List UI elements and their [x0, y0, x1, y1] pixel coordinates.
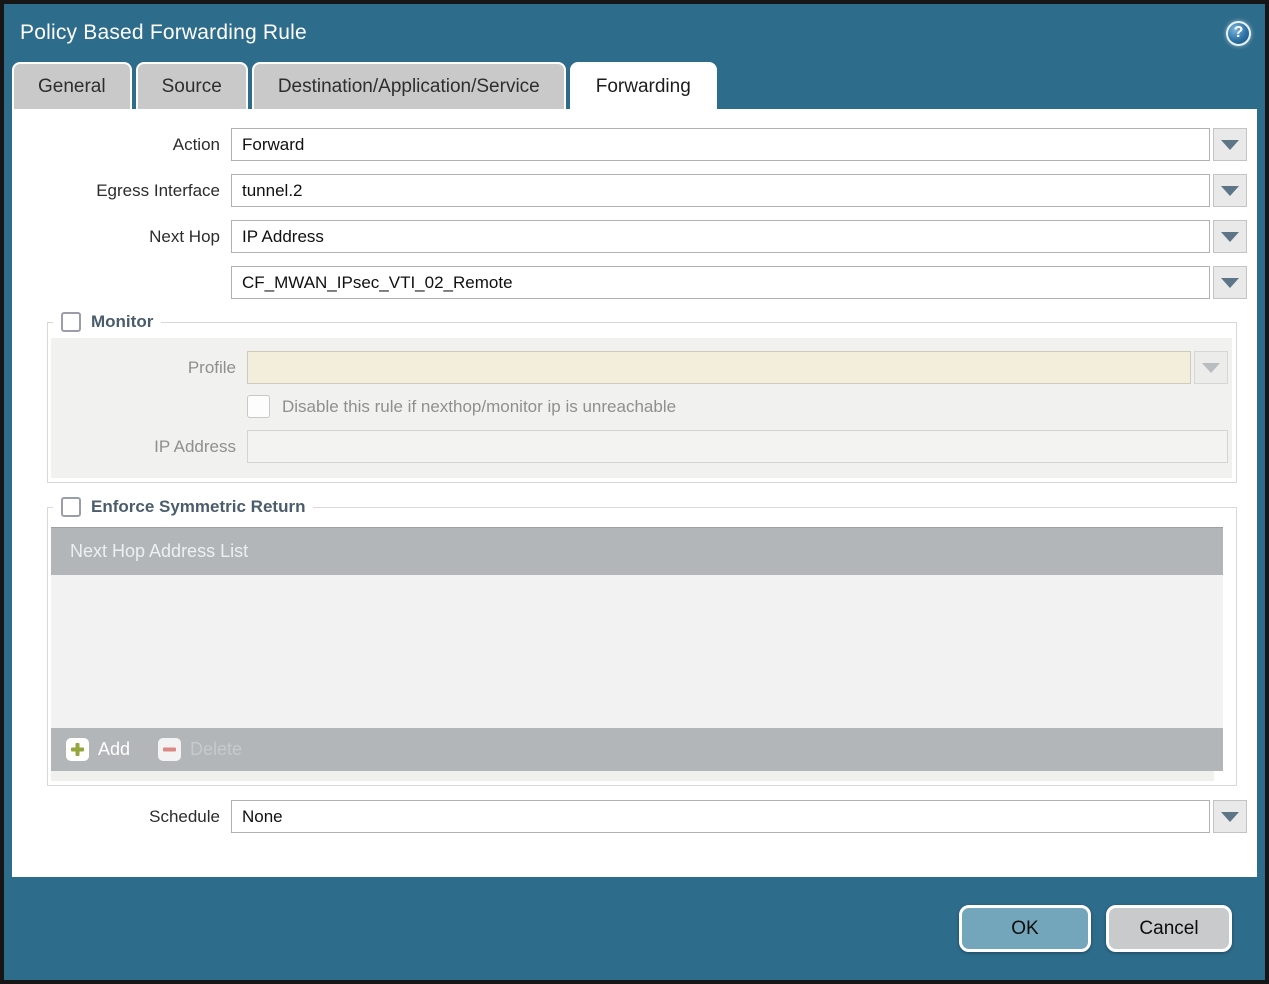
monitor-section: Monitor Profile Disable this rule if nex… — [47, 312, 1237, 483]
delete-button-label: Delete — [190, 739, 243, 759]
next-hop-address-row: CF_MWAN_IPsec_VTI_02_Remote — [24, 266, 1247, 299]
disable-rule-label: Disable this rule if nexthop/monitor ip … — [282, 396, 677, 416]
enforce-symmetric-return-checkbox[interactable] — [61, 497, 81, 517]
symmetric-return-legend: Enforce Symmetric Return — [53, 497, 313, 517]
disable-rule-checkbox — [247, 395, 270, 418]
dialog-footer: OK Cancel — [4, 877, 1265, 952]
add-button-label: Add — [98, 739, 131, 759]
table-footer-toolbar: Add Delete — [51, 728, 1223, 771]
tab-general[interactable]: General — [12, 62, 132, 109]
action-dropdown-button[interactable] — [1213, 128, 1247, 161]
chevron-down-icon — [1221, 231, 1239, 242]
profile-dropdown-button — [1194, 351, 1228, 384]
add-button[interactable]: Add — [66, 738, 130, 761]
monitor-legend: Monitor — [53, 312, 161, 332]
action-label: Action — [172, 134, 220, 154]
egress-interface-label: Egress Interface — [96, 180, 220, 200]
tab-bar: General Source Destination/Application/S… — [12, 62, 1265, 109]
chevron-down-icon — [1221, 185, 1239, 196]
monitor-ip-address-row: IP Address — [51, 430, 1232, 463]
schedule-dropdown-button[interactable] — [1213, 800, 1247, 833]
next-hop-label: Next Hop — [149, 226, 220, 246]
chevron-down-icon — [1221, 277, 1239, 288]
action-row: Action Forward — [24, 128, 1247, 161]
symmetric-return-section: Enforce Symmetric Return Next Hop Addres… — [47, 497, 1237, 786]
chevron-down-icon — [1202, 362, 1220, 373]
ok-button[interactable]: OK — [959, 905, 1091, 952]
tab-source[interactable]: Source — [135, 62, 248, 109]
egress-interface-row: Egress Interface tunnel.2 — [24, 174, 1247, 207]
egress-interface-dropdown-button[interactable] — [1213, 174, 1247, 207]
minus-icon — [158, 738, 182, 761]
egress-interface-select[interactable]: tunnel.2 — [231, 174, 1210, 207]
monitor-ip-address-input — [247, 430, 1228, 463]
profile-label: Profile — [187, 357, 236, 377]
monitor-legend-label: Monitor — [91, 312, 154, 331]
tab-destination-application-service[interactable]: Destination/Application/Service — [251, 62, 566, 109]
next-hop-address-select[interactable]: CF_MWAN_IPsec_VTI_02_Remote — [231, 266, 1210, 299]
next-hop-address-dropdown-button[interactable] — [1213, 266, 1247, 299]
monitor-panel: Profile Disable this rule if nexthop/mon… — [51, 338, 1232, 478]
table-header-next-hop-address-list: Next Hop Address List — [51, 527, 1223, 575]
forwarding-tab-panel: Action Forward Egress Interface tunnel.2… — [12, 109, 1257, 877]
chevron-down-icon — [1221, 139, 1239, 150]
disable-rule-row: Disable this rule if nexthop/monitor ip … — [247, 395, 1232, 418]
dialog-titlebar: Policy Based Forwarding Rule ? — [4, 4, 1265, 62]
cancel-button[interactable]: Cancel — [1106, 905, 1232, 952]
next-hop-type-select[interactable]: IP Address — [231, 220, 1210, 253]
chevron-down-icon — [1221, 811, 1239, 822]
plus-icon — [66, 738, 89, 761]
schedule-row: Schedule None — [24, 800, 1247, 833]
tab-forwarding[interactable]: Forwarding — [569, 62, 717, 109]
next-hop-address-list-table: Next Hop Address List Add Delete — [51, 527, 1223, 781]
schedule-label: Schedule — [149, 806, 220, 826]
profile-row: Profile — [51, 351, 1232, 384]
table-bottom-strip — [51, 771, 1214, 781]
table-body-empty[interactable] — [51, 575, 1223, 728]
schedule-select[interactable]: None — [231, 800, 1210, 833]
pbf-rule-dialog: Policy Based Forwarding Rule ? General S… — [0, 0, 1269, 984]
next-hop-row: Next Hop IP Address — [24, 220, 1247, 253]
delete-button: Delete — [158, 738, 242, 761]
profile-select — [247, 351, 1191, 384]
action-select[interactable]: Forward — [231, 128, 1210, 161]
monitor-checkbox[interactable] — [61, 312, 81, 332]
symmetric-return-legend-label: Enforce Symmetric Return — [91, 497, 306, 516]
help-icon[interactable]: ? — [1226, 20, 1251, 46]
next-hop-dropdown-button[interactable] — [1213, 220, 1247, 253]
dialog-title: Policy Based Forwarding Rule — [20, 21, 307, 44]
monitor-ip-address-label: IP Address — [154, 436, 236, 456]
